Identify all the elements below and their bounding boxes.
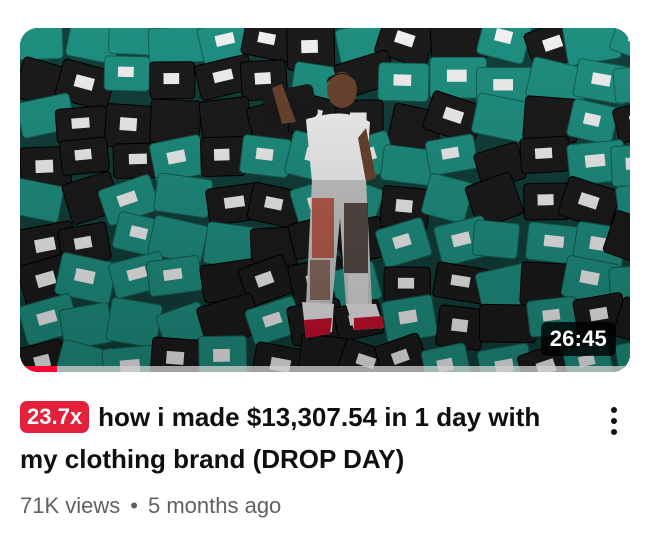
video-title-row[interactable]: 23.7x how i made $13,307.54 in 1 day with… (20, 396, 580, 480)
thumbnail-image (20, 28, 630, 372)
duration-badge: 26:45 (540, 322, 616, 356)
watch-progress-bar (20, 366, 630, 372)
video-thumbnail[interactable]: 26:45 (20, 28, 630, 372)
view-count: 71K views (20, 493, 121, 518)
video-meta: 23.7x how i made $13,307.54 in 1 day with… (20, 396, 580, 480)
video-stats: 71K views • 5 months ago (20, 493, 281, 519)
separator-dot: • (130, 493, 138, 518)
watch-progress-fill (20, 366, 57, 372)
upload-age: 5 months ago (147, 493, 282, 518)
video-card[interactable]: 26:45 23.7x how i made $13,307.54 in 1 da… (0, 0, 656, 552)
video-title[interactable]: how i made $13,307.54 in 1 day with my c… (20, 402, 540, 474)
more-vertical-icon (611, 407, 617, 435)
more-options-button[interactable] (598, 403, 630, 439)
outlier-badge: 23.7x (20, 401, 90, 433)
